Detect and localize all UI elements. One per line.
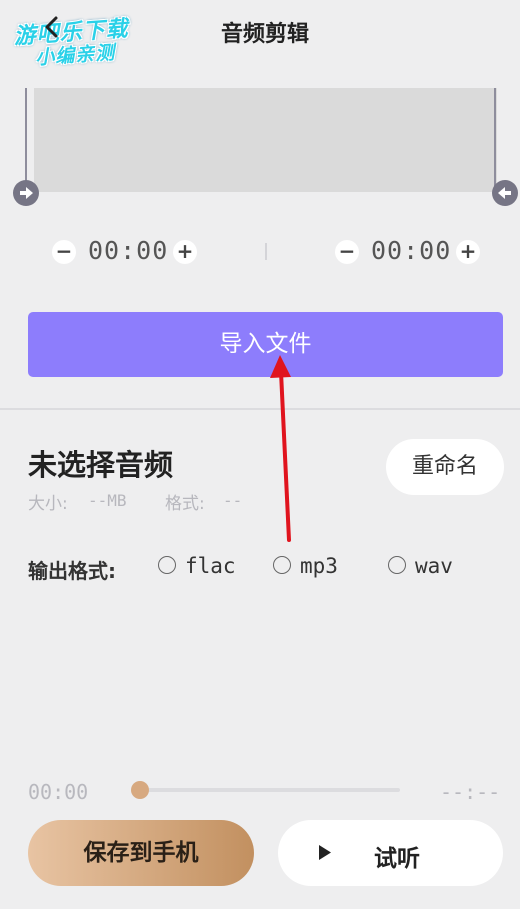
preview-label: 试听 <box>374 846 420 872</box>
file-title: 未选择音频 <box>28 448 174 482</box>
play-icon <box>319 845 331 860</box>
end-time: 00:00 <box>371 236 452 265</box>
start-time: 00:00 <box>88 236 169 265</box>
format-option-label: mp3 <box>300 554 338 578</box>
waveform-area[interactable] <box>34 88 497 192</box>
radio-circle-icon <box>158 556 176 574</box>
current-time: 00:00 <box>28 780 89 804</box>
start-time-minus-button[interactable]: − <box>52 240 76 264</box>
start-handle-line <box>25 88 27 188</box>
rename-button[interactable]: 重命名 <box>386 439 504 495</box>
arrow-left-icon <box>498 187 511 199</box>
format-option-label: flac <box>185 554 236 578</box>
save-to-phone-button[interactable]: 保存到手机 <box>28 820 254 886</box>
end-handle[interactable] <box>492 180 518 206</box>
start-time-plus-button[interactable]: + <box>173 240 197 264</box>
format-option-flac[interactable]: flac <box>158 554 248 580</box>
total-time: --:-- <box>440 780 501 804</box>
time-divider <box>265 243 267 260</box>
annotation-arrow-icon <box>270 355 291 542</box>
end-time-plus-button[interactable]: + <box>456 240 480 264</box>
end-time-minus-button[interactable]: − <box>335 240 359 264</box>
size-label: 大小: <box>28 494 68 514</box>
radio-circle-icon <box>273 556 291 574</box>
start-handle[interactable] <box>13 180 39 206</box>
format-option-mp3[interactable]: mp3 <box>273 554 353 580</box>
end-handle-line <box>494 88 496 188</box>
progress-track[interactable] <box>140 788 400 792</box>
radio-circle-icon <box>388 556 406 574</box>
output-format-label: 输出格式: <box>28 559 116 583</box>
format-option-wav[interactable]: wav <box>388 554 468 580</box>
progress-thumb[interactable] <box>131 781 149 799</box>
page-title: 音频剪辑 <box>220 22 309 47</box>
format-value: -- <box>223 491 243 510</box>
format-label: 格式: <box>165 494 205 514</box>
arrow-right-icon <box>20 187 33 199</box>
format-option-label: wav <box>415 554 453 578</box>
size-value: --MB <box>88 491 127 510</box>
